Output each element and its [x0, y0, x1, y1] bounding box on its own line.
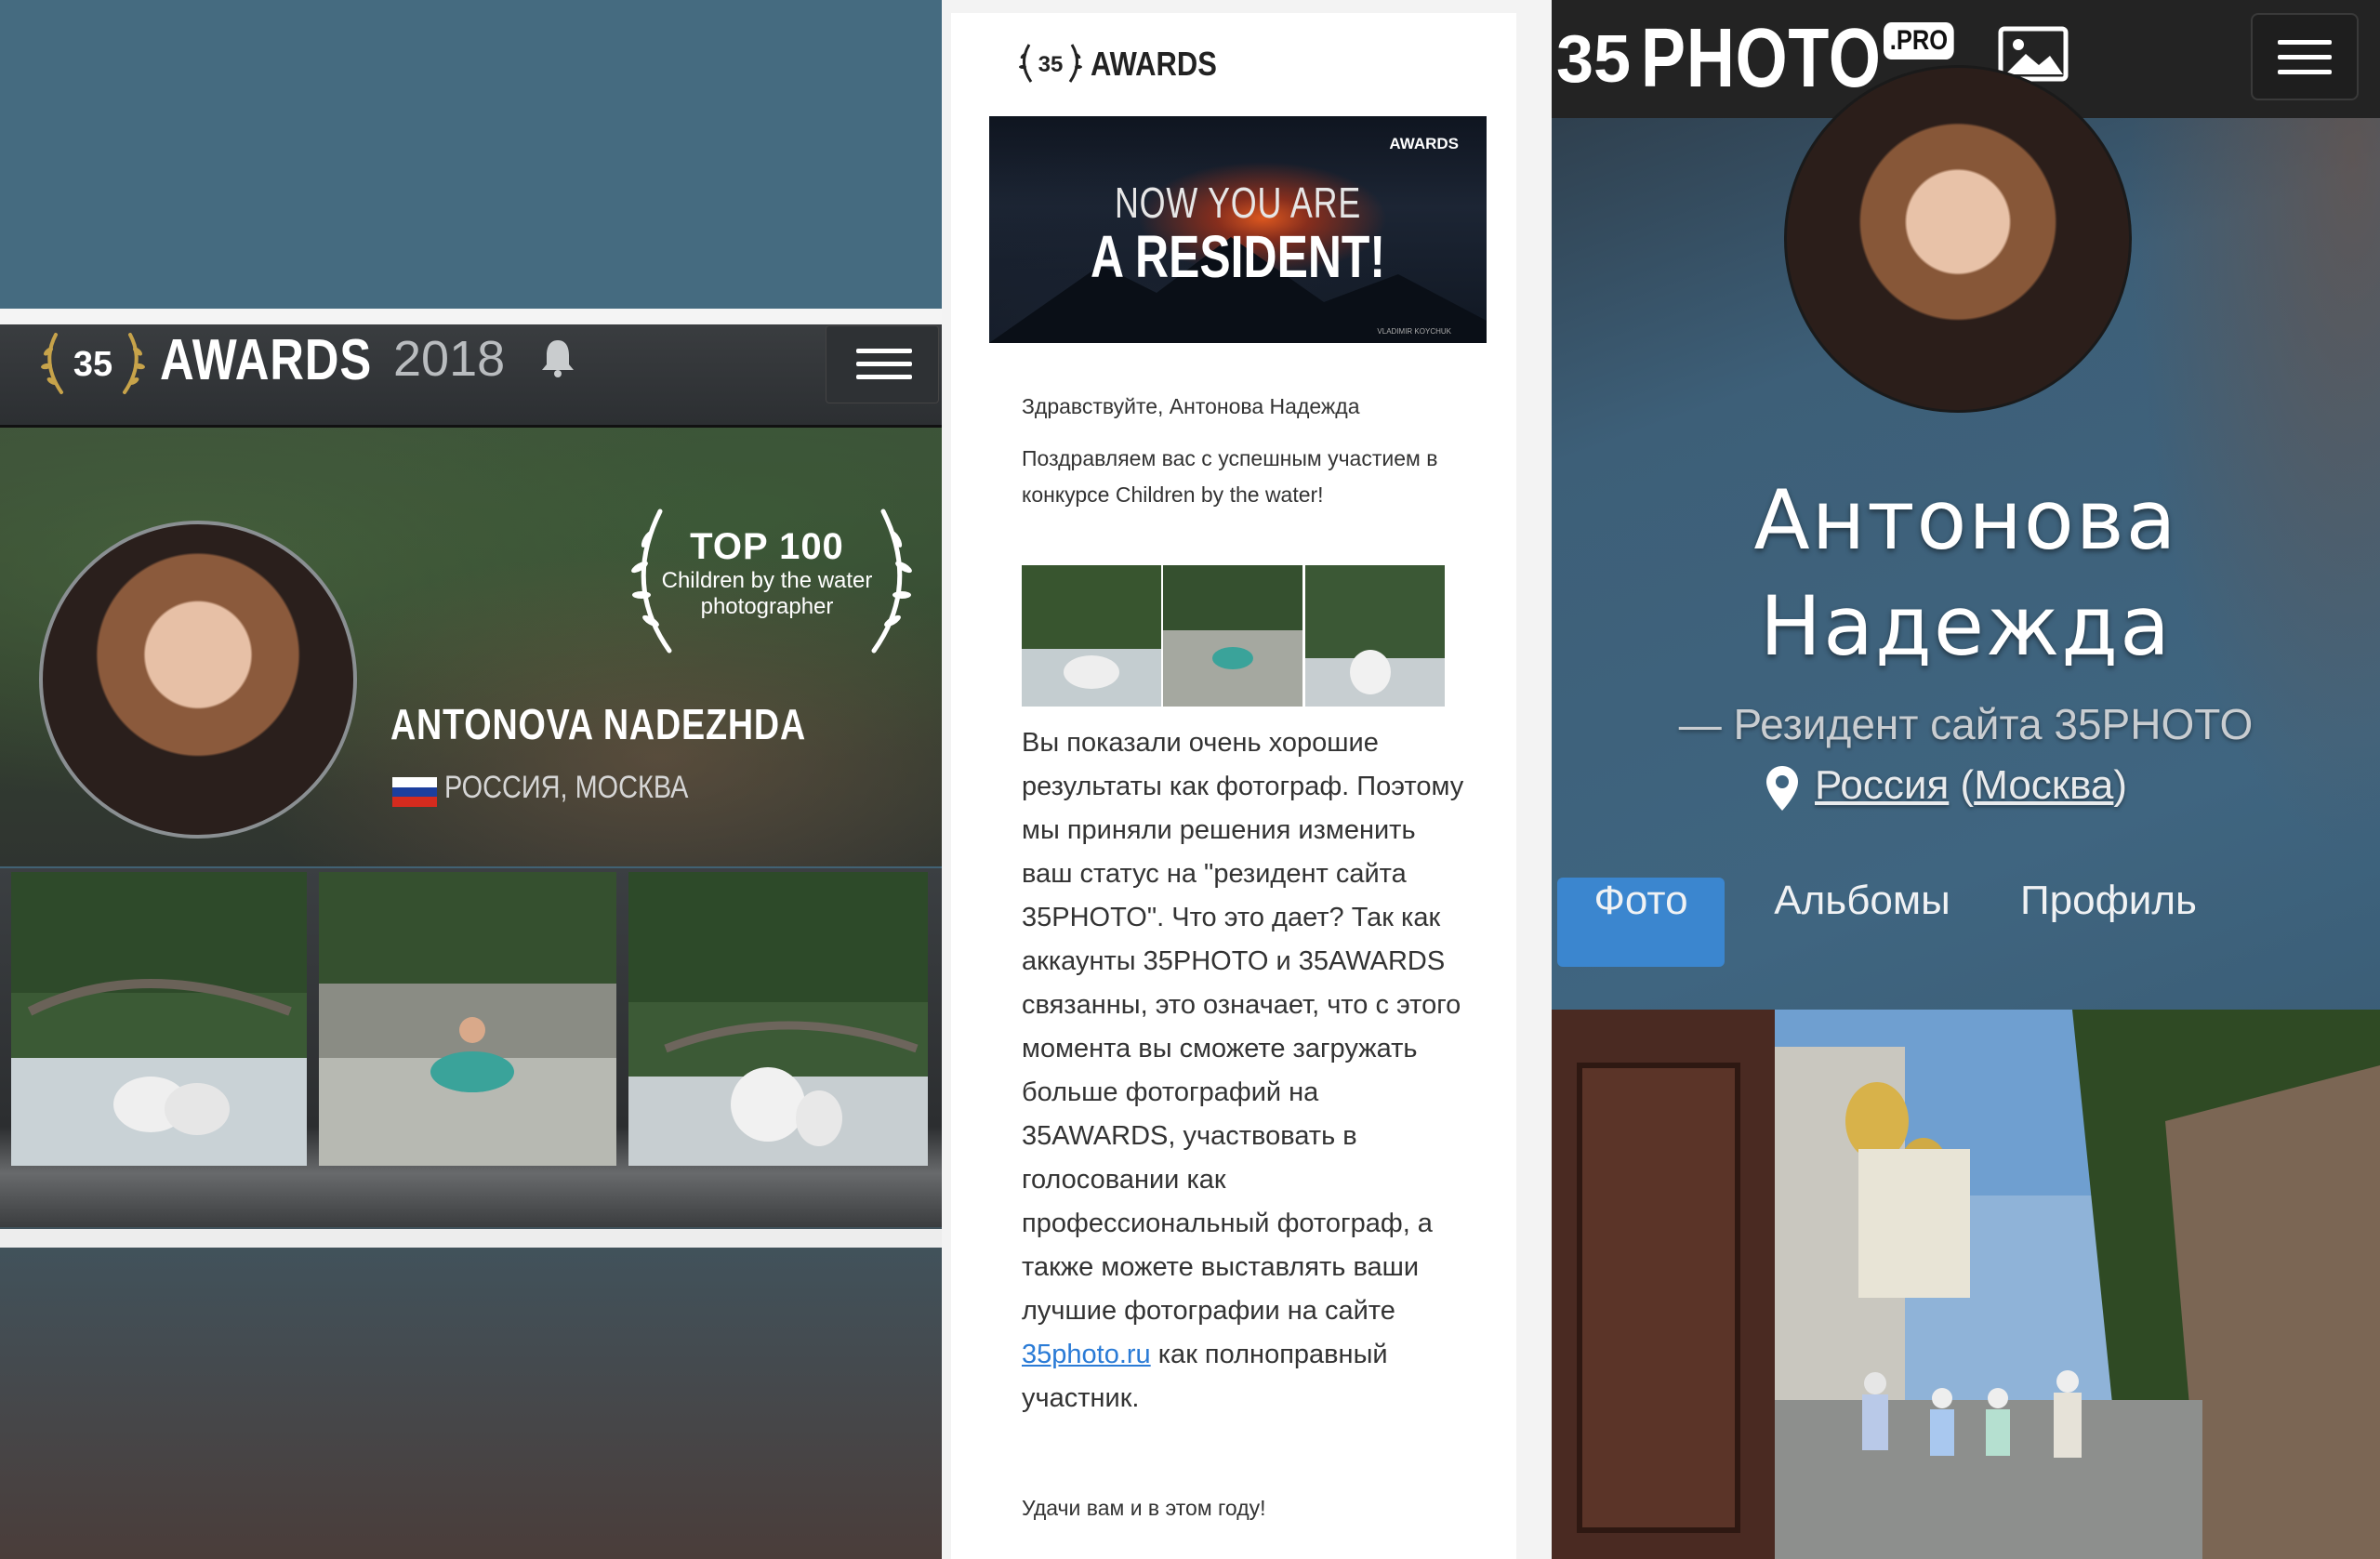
- photo-thumbnail[interactable]: [11, 872, 307, 1166]
- avatar[interactable]: [1784, 65, 2132, 413]
- menu-icon-bar: [856, 375, 912, 379]
- banner-line2: A RESIDENT!: [1090, 223, 1386, 290]
- menu-icon: [2278, 40, 2332, 45]
- awards-wreath-icon: 35: [1019, 44, 1082, 83]
- awards-year: 2018: [393, 331, 506, 387]
- avatar[interactable]: [39, 521, 357, 839]
- photo-thumbnail[interactable]: [319, 872, 616, 1166]
- menu-icon-bar: [2278, 70, 2332, 74]
- profile-name: ANTONOVA NADEZHDA: [390, 700, 807, 748]
- featured-photo[interactable]: [1552, 1010, 2380, 1559]
- profile-name-second: Надежда: [1759, 578, 2173, 674]
- bell-icon[interactable]: [539, 337, 576, 377]
- awards-profile-pane: 35 AWARDS 2018 TOP 100 Children by the w…: [0, 0, 942, 1559]
- background-strip: [0, 0, 942, 309]
- greeting: Здравствуйте, Антонова Надежда: [1022, 394, 1360, 418]
- profile-name-first: Антонова: [1753, 472, 2178, 568]
- location-pin-icon: [1766, 766, 1798, 811]
- body-main: Вы показали очень хорошие результаты как…: [1022, 728, 1464, 1326]
- pro-badge: .PRO: [1884, 22, 1954, 59]
- top100-badge: TOP 100 Children by the water photograph…: [651, 526, 883, 620]
- menu-button[interactable]: [826, 325, 939, 403]
- email-brand: AWARDS: [1091, 45, 1217, 83]
- svg-text:35: 35: [1556, 22, 1631, 97]
- 35-logo-icon[interactable]: 35: [1552, 17, 1635, 100]
- photo-thumbnail[interactable]: [1163, 565, 1302, 707]
- tab-profile[interactable]: Профиль: [2002, 878, 2215, 967]
- banner-brand: AWARDS: [1389, 135, 1459, 152]
- photo-thumbnail[interactable]: [1305, 565, 1445, 707]
- city-link[interactable]: Москва: [1974, 762, 2113, 808]
- russia-flag-icon: [392, 777, 437, 807]
- divider: [0, 309, 942, 324]
- profile-location: РОССИЯ, МОСКВА: [444, 770, 689, 805]
- photo-thumbnail[interactable]: [1022, 565, 1161, 707]
- awards-wreath-icon: 35: [41, 333, 145, 394]
- photo-thumbnail[interactable]: [628, 872, 928, 1166]
- photo-profile-pane: 35 PHOTO .PRO Антонова Надежда — Резиден…: [1552, 0, 2380, 1559]
- divider: [0, 1229, 942, 1248]
- resident-banner: AWARDS NOW YOU ARE A RESIDENT! VLADIMIR …: [989, 116, 1487, 343]
- tab-albums[interactable]: Альбомы: [1755, 878, 1969, 967]
- location: Россия (Москва): [1815, 762, 2128, 808]
- menu-icon-bar: [856, 362, 912, 366]
- email-body: Вы показали очень хорошие результаты как…: [1022, 721, 1468, 1420]
- badge-role: photographer: [700, 594, 834, 619]
- banner-credit: VLADIMIR KOYCHUK: [1377, 327, 1451, 336]
- banner-line1: NOW YOU ARE: [1114, 178, 1362, 227]
- resident-status: — Резидент сайта 35PHOTO: [1678, 700, 2254, 748]
- menu-button[interactable]: [2251, 13, 2359, 100]
- badge-category: Children by the water: [661, 568, 873, 593]
- menu-icon: [856, 349, 912, 353]
- congrats-text: Поздравляем вас с успешным участием в ко…: [1022, 446, 1438, 507]
- tab-photos[interactable]: Фото: [1557, 878, 1725, 967]
- closing-text: Удачи вам и в этом году!: [1022, 1496, 1266, 1520]
- email-pane: 35 AWARDS AWARDS NOW YOU ARE A RESIDENT!…: [942, 0, 1552, 1559]
- svg-text:35: 35: [1038, 52, 1064, 77]
- menu-icon-bar: [2278, 55, 2332, 59]
- site-brand[interactable]: PHOTO: [1641, 11, 1882, 107]
- svg-text:35: 35: [73, 345, 112, 384]
- site-link[interactable]: 35photo.ru: [1022, 1340, 1151, 1369]
- awards-brand[interactable]: AWARDS: [160, 327, 372, 393]
- badge-rank: TOP 100: [690, 526, 844, 567]
- country-link[interactable]: Россия: [1815, 762, 1949, 808]
